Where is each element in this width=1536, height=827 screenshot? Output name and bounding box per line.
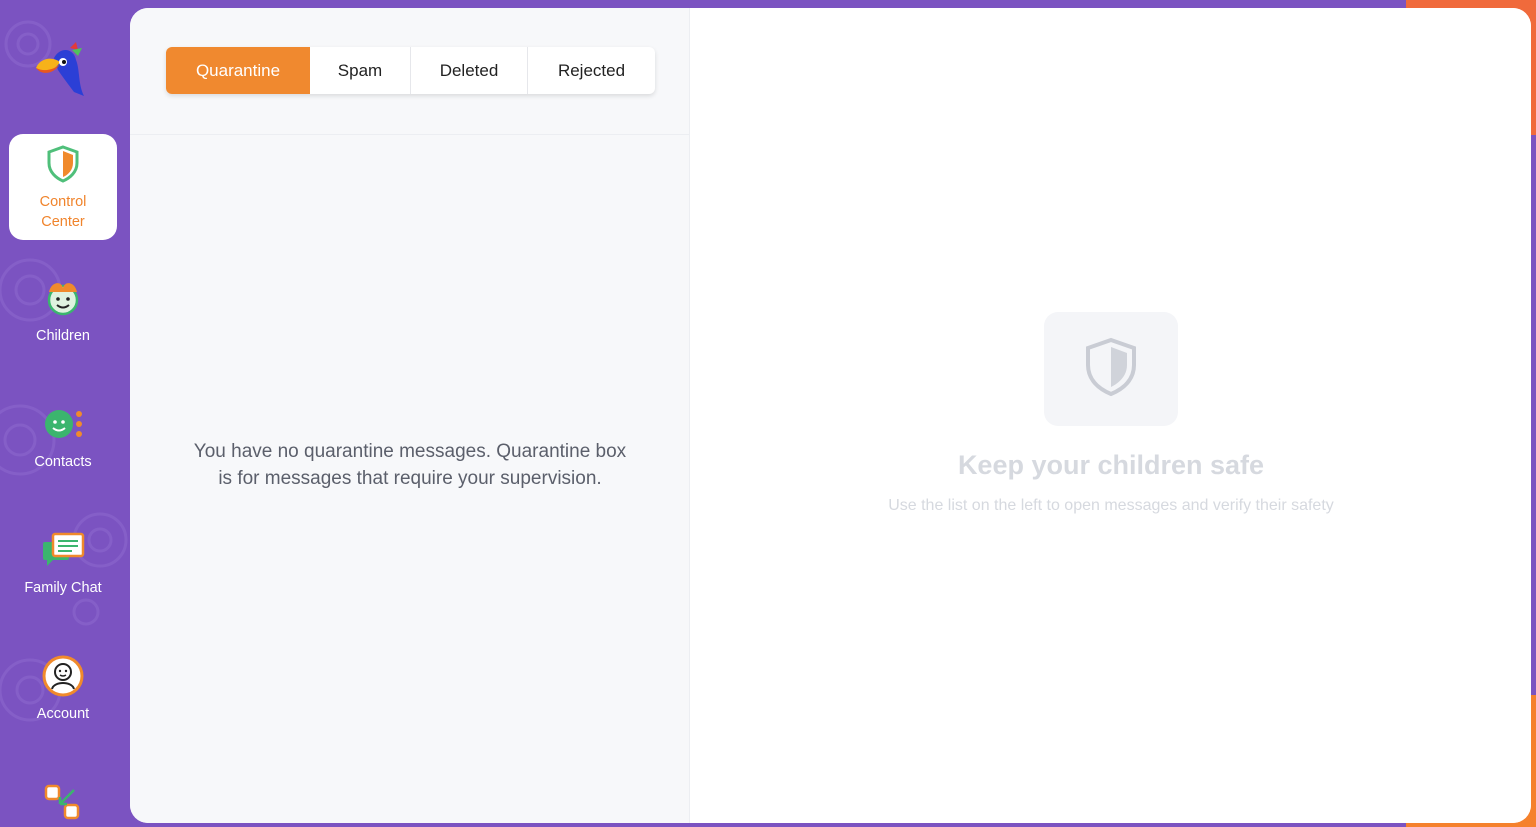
sidebar-item-label: Children xyxy=(36,328,90,344)
sidebar-item-account[interactable]: Account xyxy=(9,636,117,742)
message-detail-pane: Keep your children safe Use the list on … xyxy=(691,8,1531,823)
main-card: Quarantine Spam Deleted Rejected You hav… xyxy=(130,8,1531,823)
toucan-logo-icon[interactable] xyxy=(30,40,94,104)
empty-list-message: You have no quarantine messages. Quarant… xyxy=(193,441,627,489)
sidebar-item-label: Family Chat xyxy=(24,580,102,596)
message-list-pane: Quarantine Spam Deleted Rejected You hav… xyxy=(130,8,690,823)
tab-quarantine[interactable]: Quarantine xyxy=(166,47,310,94)
tab-spam[interactable]: Spam xyxy=(310,47,411,94)
sidebar: Control Center Children Contacts Family … xyxy=(0,0,130,827)
children-face-icon xyxy=(41,276,85,320)
sidebar-item-family-chat[interactable]: Family Chat xyxy=(9,510,117,616)
tab-header: Quarantine Spam Deleted Rejected xyxy=(130,8,690,135)
detail-placeholder-title: Keep your children safe xyxy=(957,450,1265,480)
shield-icon xyxy=(1084,337,1138,402)
folder-tabs: Quarantine Spam Deleted Rejected xyxy=(166,47,655,94)
sidebar-item-label: Account xyxy=(36,706,90,722)
sidebar-item-label: Contacts xyxy=(34,454,92,470)
switch-apps-icon[interactable] xyxy=(44,784,80,820)
sidebar-item-contacts[interactable]: Contacts xyxy=(9,384,117,490)
sidebar-item-control-center[interactable]: Control Center xyxy=(9,134,117,240)
chat-bubbles-icon xyxy=(41,528,85,572)
placeholder-shield-box xyxy=(1044,312,1178,426)
detail-placeholder-subtitle: Use the list on the left to open message… xyxy=(888,497,1334,514)
contacts-face-icon xyxy=(41,402,85,446)
sidebar-item-label: Control Center xyxy=(39,194,87,230)
tab-deleted[interactable]: Deleted xyxy=(411,47,528,94)
shield-icon xyxy=(41,142,85,186)
tab-rejected[interactable]: Rejected xyxy=(528,47,655,94)
account-avatar-icon xyxy=(41,654,85,698)
sidebar-item-children[interactable]: Children xyxy=(9,258,117,364)
